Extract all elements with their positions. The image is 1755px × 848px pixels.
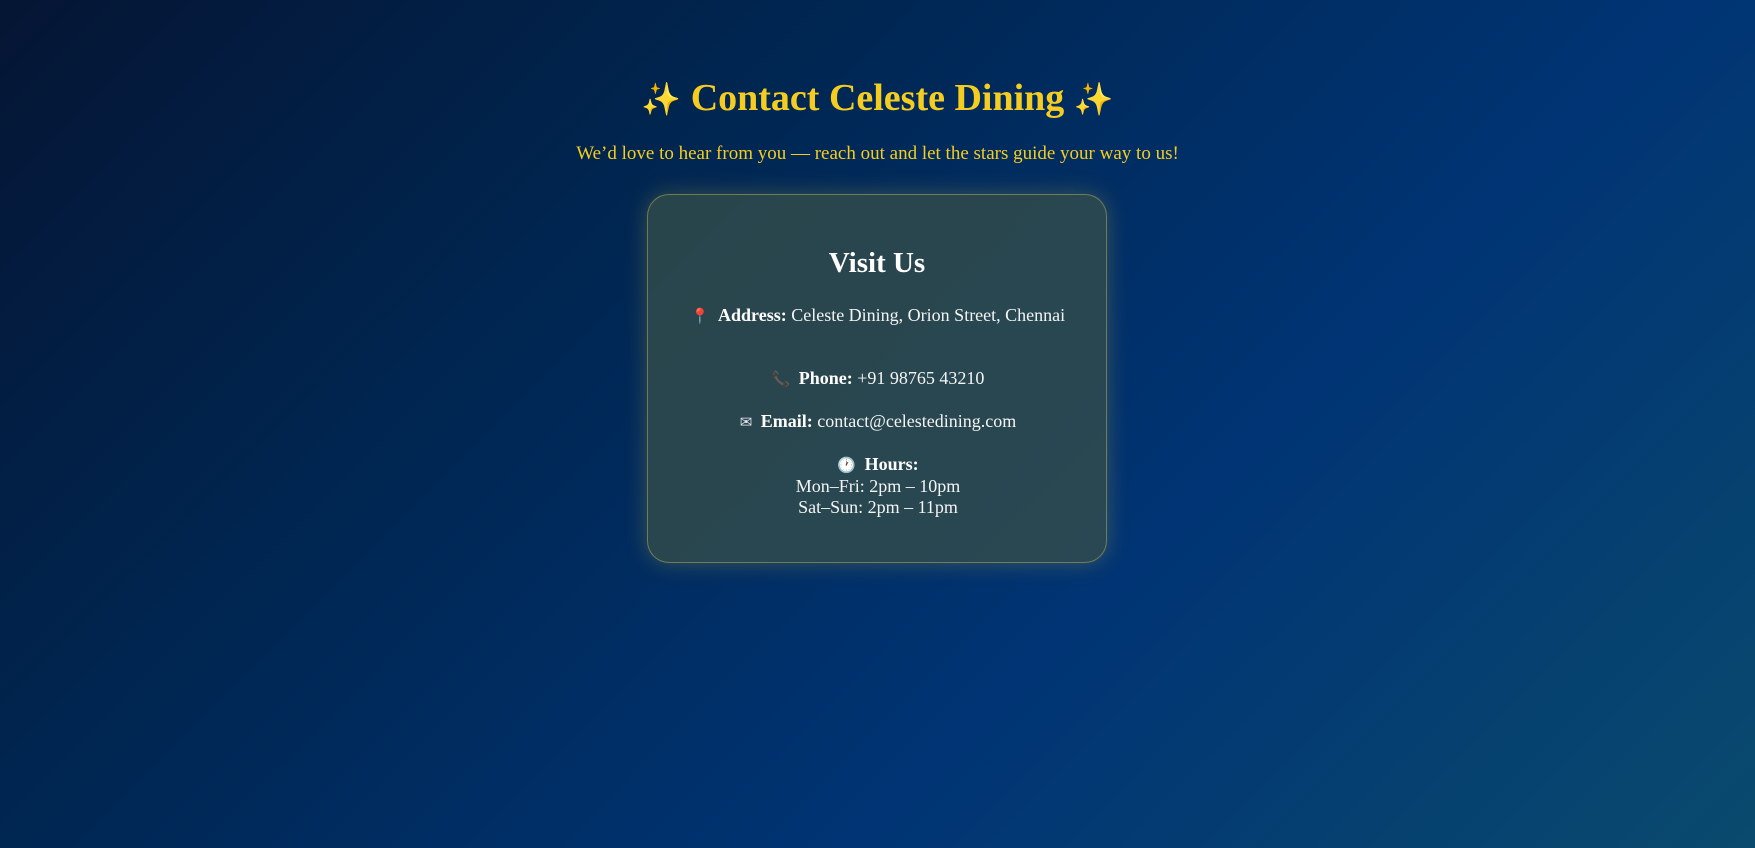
address-row: 📍 Address: Celeste Dining, Orion Street,…	[688, 305, 1068, 327]
map-pin-icon: 📍	[690, 307, 710, 325]
email-value: contact@celestedining.com	[817, 411, 1017, 431]
hours-label: Hours:	[864, 454, 919, 474]
sparkle-icon: ✨	[641, 80, 682, 118]
phone-icon: 📞	[771, 370, 791, 388]
address-label: Address:	[718, 305, 787, 325]
phone-label: Phone:	[798, 368, 853, 388]
sparkle-icon: ✨	[1073, 80, 1114, 118]
page-title-text: Contact Celeste Dining	[690, 77, 1065, 119]
card-title: Visit Us	[828, 247, 926, 279]
address-value: Celeste Dining, Orion Street, Chennai	[791, 305, 1066, 325]
hours-weekdays: Mon–Fri: 2pm – 10pm	[795, 476, 961, 496]
phone-value: +91 98765 43210	[857, 368, 985, 388]
email-label: Email:	[760, 411, 813, 431]
hours-weekends: Sat–Sun: 2pm – 11pm	[798, 497, 958, 517]
phone-row: 📞 Phone: +91 98765 43210	[688, 368, 1068, 390]
hours-heading: 🕐 Hours:	[688, 454, 1068, 476]
envelope-icon: ✉	[739, 413, 753, 431]
visit-us-card: Visit Us 📍 Address: Celeste Dining, Orio…	[647, 194, 1107, 563]
clock-icon: 🕐	[837, 456, 857, 474]
contact-page: ✨ Contact Celeste Dining ✨ We’d love to …	[0, 0, 1755, 848]
hours-block: 🕐 Hours: Mon–Fri: 2pm – 10pm Sat–Sun: 2p…	[688, 454, 1068, 518]
page-subtitle: We’d love to hear from you — reach out a…	[576, 143, 1179, 164]
page-title: ✨ Contact Celeste Dining ✨	[0, 72, 1755, 125]
email-row: ✉ Email: contact@celestedining.com	[688, 411, 1068, 433]
